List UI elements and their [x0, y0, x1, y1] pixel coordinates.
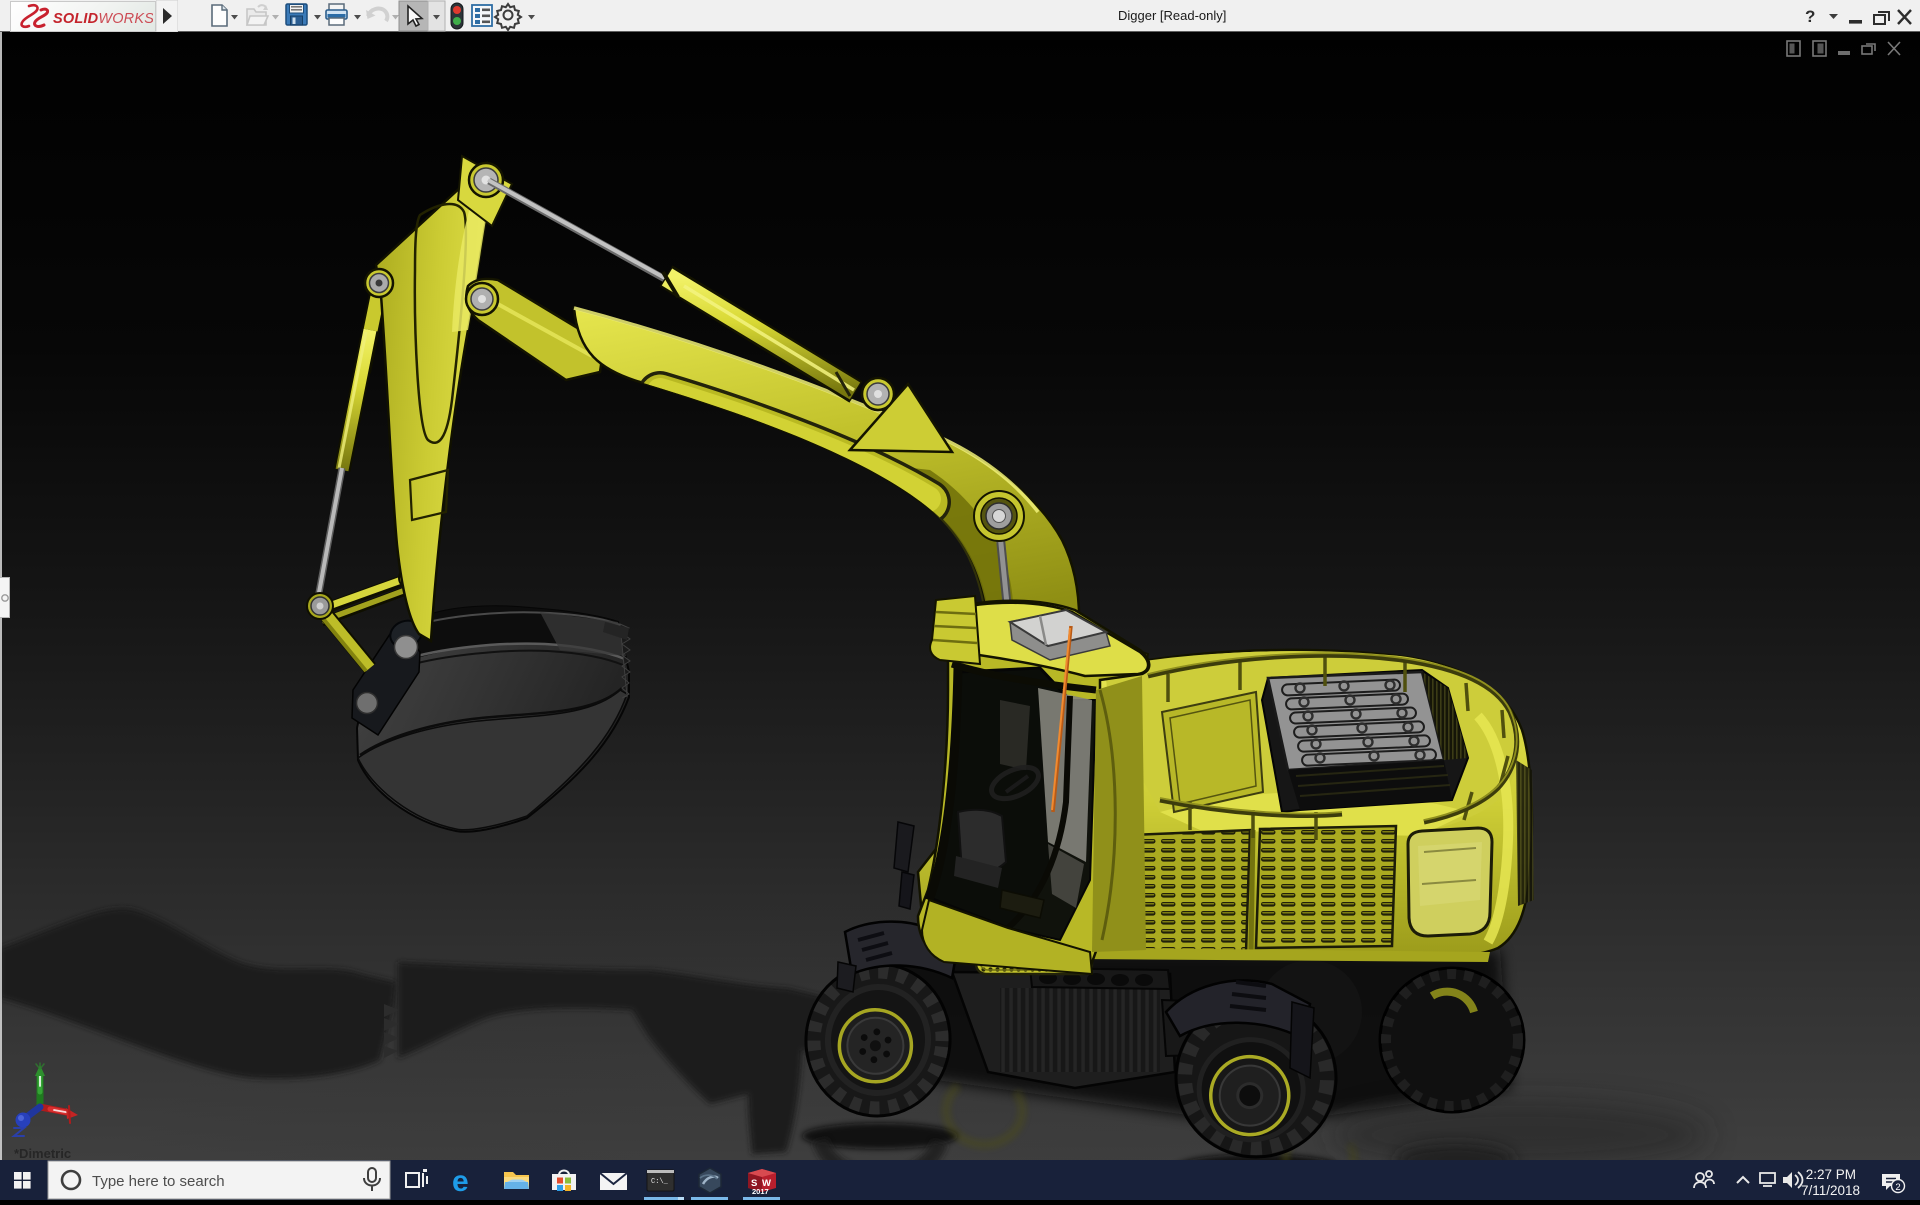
svg-text:2:27 PM: 2:27 PM: [1806, 1167, 1856, 1182]
svg-text:C:\_: C:\_: [651, 1178, 669, 1186]
svg-text:Type here to search: Type here to search: [92, 1173, 225, 1190]
svg-text:SOLIDWORKS: SOLIDWORKS: [53, 11, 153, 27]
svg-text:2: 2: [1895, 1182, 1900, 1193]
svg-text:e: e: [452, 1165, 469, 1198]
svg-text:?: ?: [1805, 7, 1815, 26]
svg-text:2017: 2017: [752, 1187, 769, 1196]
svg-text:7/11/2018: 7/11/2018: [1801, 1183, 1860, 1198]
